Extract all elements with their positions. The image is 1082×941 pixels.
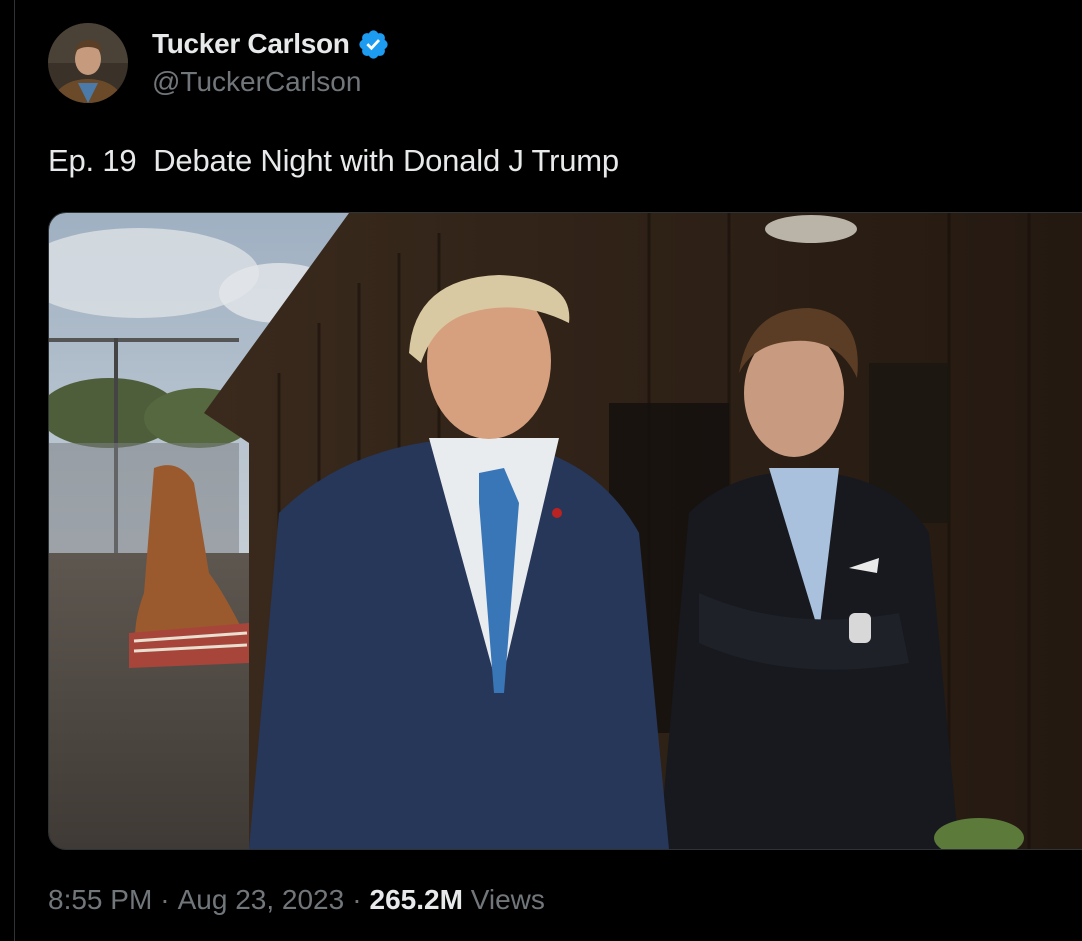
views-count: 265.2M bbox=[369, 884, 463, 915]
author-handle[interactable]: @TuckerCarlson bbox=[152, 66, 361, 98]
tweet-text: Ep. 19 Debate Night with Donald J Trump bbox=[48, 143, 619, 178]
column-border bbox=[14, 0, 15, 941]
tweet-view: Tucker Carlson @TuckerCarlson Ep. 19 Deb… bbox=[0, 0, 1082, 941]
tweet-time[interactable]: 8:55 PM bbox=[48, 884, 152, 915]
tweet-meta: 8:55 PM · Aug 23, 2023 · 265.2M Views bbox=[48, 884, 545, 916]
verified-badge-icon[interactable] bbox=[357, 28, 390, 61]
meta-separator: · bbox=[160, 884, 170, 915]
author-name-row: Tucker Carlson bbox=[152, 26, 390, 62]
tweet-media-video[interactable] bbox=[48, 212, 1082, 850]
views-label: Views bbox=[470, 884, 545, 915]
author-avatar[interactable] bbox=[48, 23, 128, 103]
tweet-date[interactable]: Aug 23, 2023 bbox=[178, 884, 345, 915]
author-display-name[interactable]: Tucker Carlson bbox=[152, 28, 350, 60]
meta-separator-2: · bbox=[352, 884, 362, 915]
